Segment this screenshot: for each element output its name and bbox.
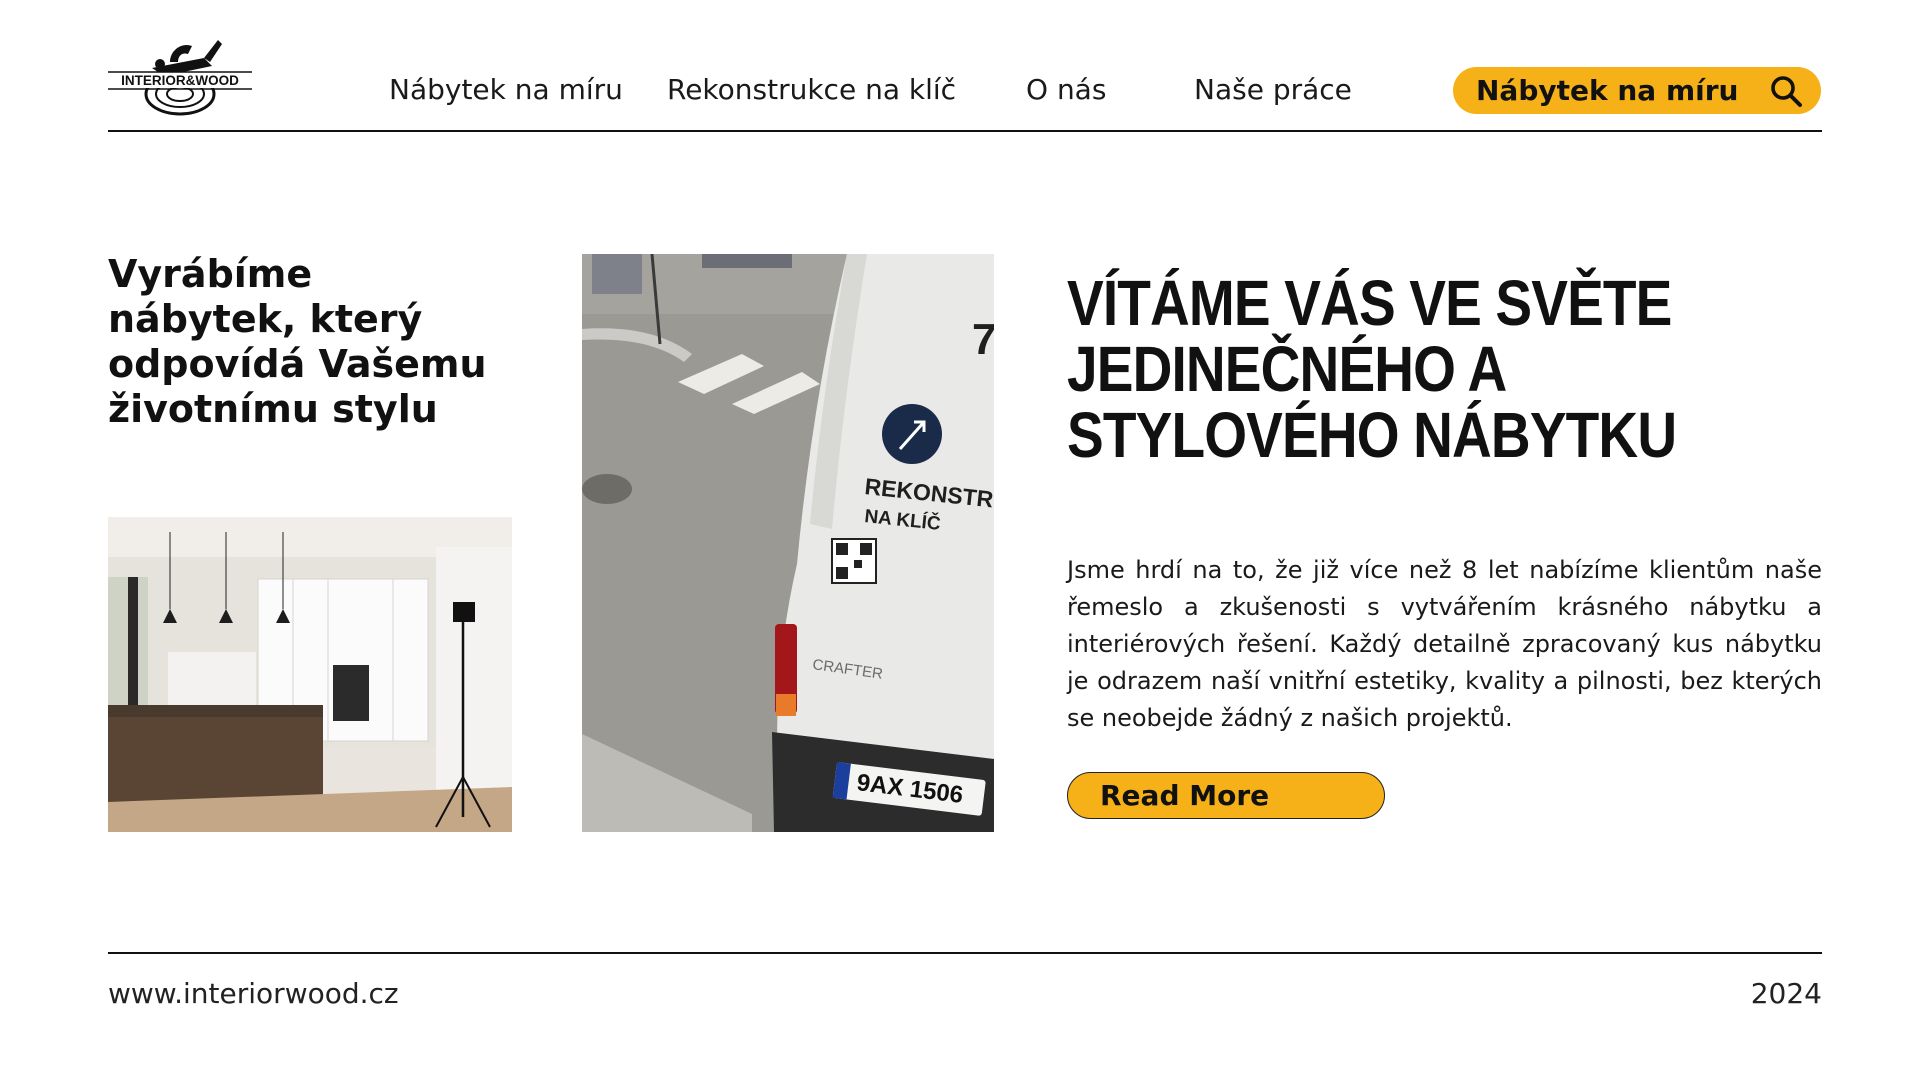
kitchen-photo (108, 517, 512, 832)
search-icon (1771, 76, 1802, 107)
search-pill-button[interactable]: Nábytek na míru (1453, 67, 1821, 114)
read-more-label: Read More (1100, 779, 1270, 812)
nav-item-rekonstrukce[interactable]: Rekonstrukce na klíč (667, 72, 956, 108)
footer-year: 2024 (1750, 977, 1822, 1010)
nav-item-nabytek-na-miru[interactable]: Nábytek na míru (389, 72, 623, 108)
search-pill-label: Nábytek na míru (1476, 74, 1739, 107)
footer-divider (108, 952, 1822, 954)
logo-mark: INTERIOR&WOOD (108, 40, 252, 116)
van-photo: REKONSTR NA KLÍČ CRAFTER 9AX 1506 7 (582, 254, 994, 832)
hero-headline: VÍTÁME VÁS VE SVĚTE JEDINEČNÉHO A STYLOV… (1067, 267, 1677, 471)
tagline: Vyrábíme nábytek, který odpovídá Vašemu … (108, 252, 487, 431)
svg-text:7: 7 (972, 315, 994, 364)
footer-url[interactable]: www.interiorwood.cz (108, 976, 399, 1012)
nav-item-o-nas[interactable]: O nás (1026, 72, 1106, 108)
read-more-button[interactable]: Read More (1067, 772, 1385, 819)
nav-item-nase-prace[interactable]: Naše práce (1194, 72, 1352, 108)
header-divider (108, 130, 1822, 132)
logo-text: INTERIOR&WOOD (121, 73, 239, 88)
logo[interactable]: INTERIOR&WOOD (108, 32, 252, 118)
hero-body-text: Jsme hrdí na to, že již více než 8 let n… (1067, 556, 1822, 732)
